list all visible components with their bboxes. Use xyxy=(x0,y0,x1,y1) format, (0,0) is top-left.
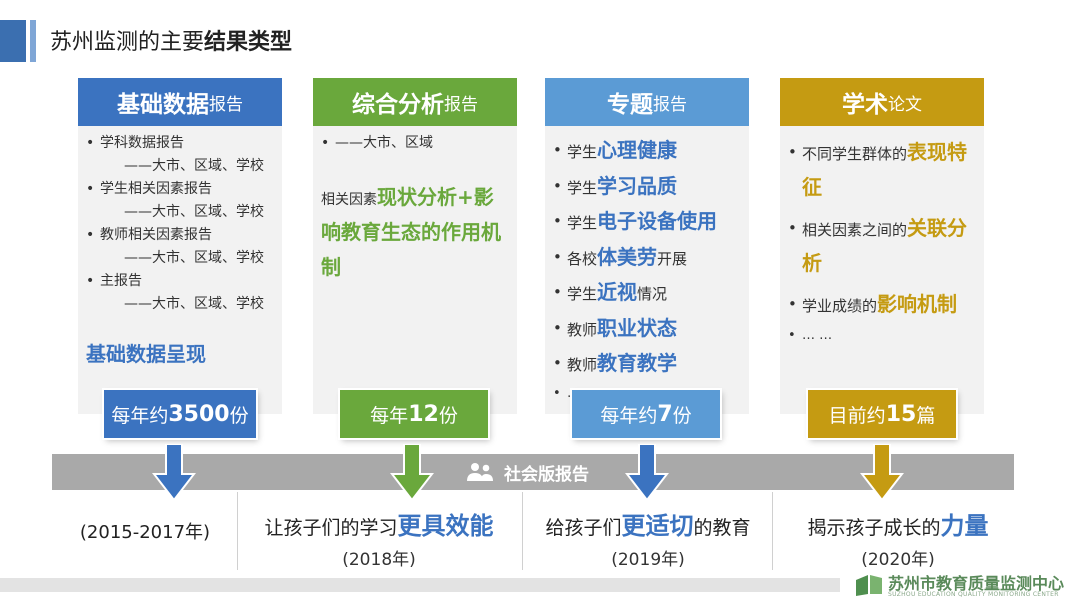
list-item: 学生学习品质 xyxy=(553,170,743,206)
column-body: 学科数据报告 ——大市、区域、学校 学生相关因素报告 ——大市、区域、学校 教师… xyxy=(86,132,276,367)
down-arrow-icon xyxy=(625,444,669,502)
people-icon xyxy=(467,463,493,481)
caption-2020: 揭示孩子成长的力量 (2020年) xyxy=(807,512,989,570)
caption-2018: 让孩子们的学习更具效能 (2018年) xyxy=(264,512,494,570)
divider xyxy=(772,492,773,570)
title-accent-bar xyxy=(0,20,26,62)
list-item: 学生相关因素报告 xyxy=(86,178,276,201)
list-item-sub: ——大市、区域、学校 xyxy=(124,250,264,266)
list-item: 教师相关因素报告 xyxy=(86,224,276,247)
column-special-topic: 专题报告 学生心理健康 学生学习品质 学生电子设备使用 各校体美劳开展 学生近视… xyxy=(545,78,749,414)
column-header: 专题 报告 xyxy=(545,78,749,126)
divider xyxy=(522,492,523,570)
divider xyxy=(237,492,238,570)
count-badge-comprehensive: 每年 12 份 xyxy=(340,390,488,438)
down-arrow-icon xyxy=(152,444,196,502)
caption-2019: 给孩子们更适切的教育 (2019年) xyxy=(545,512,751,570)
footer-bar xyxy=(0,578,840,592)
title-accent-bar-light xyxy=(30,20,36,62)
list-item: 学生电子设备使用 xyxy=(553,205,743,241)
list-item-sub: ——大市、区域、学校 xyxy=(124,158,264,174)
list-item: 学生心理健康 xyxy=(553,134,743,170)
column-header: 综合分析 报告 xyxy=(313,78,517,126)
column-highlight: 基础数据呈现 xyxy=(86,342,206,366)
list-item: 各校体美劳开展 xyxy=(553,241,743,277)
count-badge-academic: 目前约 15 篇 xyxy=(808,390,956,438)
caption-2015-2017: (2015-2017年) xyxy=(79,522,211,543)
list-item: 主报告 xyxy=(86,270,276,293)
column-highlight-block: 相关因素现状分析+影响教育生态的作用机制 xyxy=(321,181,507,286)
list-item: 学生近视情况 xyxy=(553,276,743,312)
footer-organization-english: SUZHOU EDUCATION QUALITY MONITORING CENT… xyxy=(888,591,1059,598)
list-item-sub: ——大市、区域、学校 xyxy=(124,204,264,220)
column-body: ——大市、区域 相关因素现状分析+影响教育生态的作用机制 xyxy=(321,132,511,286)
count-badge-special-topic: 每年约 7 份 xyxy=(572,390,720,438)
column-comprehensive-analysis: 综合分析报告 ——大市、区域 相关因素现状分析+影响教育生态的作用机制 xyxy=(313,78,517,414)
list-item: 教师教育教学 xyxy=(553,347,743,383)
organization-logo-icon xyxy=(856,575,882,596)
list-item: 学业成绩的影响机制 xyxy=(788,288,974,323)
column-academic-papers: 学术论文 不同学生群体的表现特征 相关因素之间的关联分析 学业成绩的影响机制 …… xyxy=(780,78,984,414)
down-arrow-icon xyxy=(860,444,904,502)
column-body: 不同学生群体的表现特征 相关因素之间的关联分析 学业成绩的影响机制 … … xyxy=(788,136,978,347)
list-item: 学科数据报告 xyxy=(86,132,276,155)
list-item: ——大市、区域 xyxy=(321,132,511,155)
column-body: 学生心理健康 学生学习品质 学生电子设备使用 各校体美劳开展 学生近视情况 教师… xyxy=(553,134,743,405)
list-item: … … xyxy=(788,325,978,347)
list-item: 不同学生群体的表现特征 xyxy=(788,136,974,206)
public-report-label: 社会版报告 xyxy=(466,458,589,486)
list-item: 相关因素之间的关联分析 xyxy=(788,212,974,282)
list-item: 教师职业状态 xyxy=(553,312,743,348)
count-badge-basic-data: 每年约 3500 份 xyxy=(104,390,256,438)
page-title: 苏州监测的主要结果类型 xyxy=(50,30,293,55)
column-header: 基础数据 报告 xyxy=(78,78,282,126)
down-arrow-icon xyxy=(390,444,434,502)
column-header: 学术 论文 xyxy=(780,78,984,126)
list-item-sub: ——大市、区域、学校 xyxy=(124,296,264,312)
highlight-lead: 相关因素 xyxy=(321,192,377,208)
column-basic-data: 基础数据报告 学科数据报告 ——大市、区域、学校 学生相关因素报告 ——大市、区… xyxy=(78,78,282,414)
